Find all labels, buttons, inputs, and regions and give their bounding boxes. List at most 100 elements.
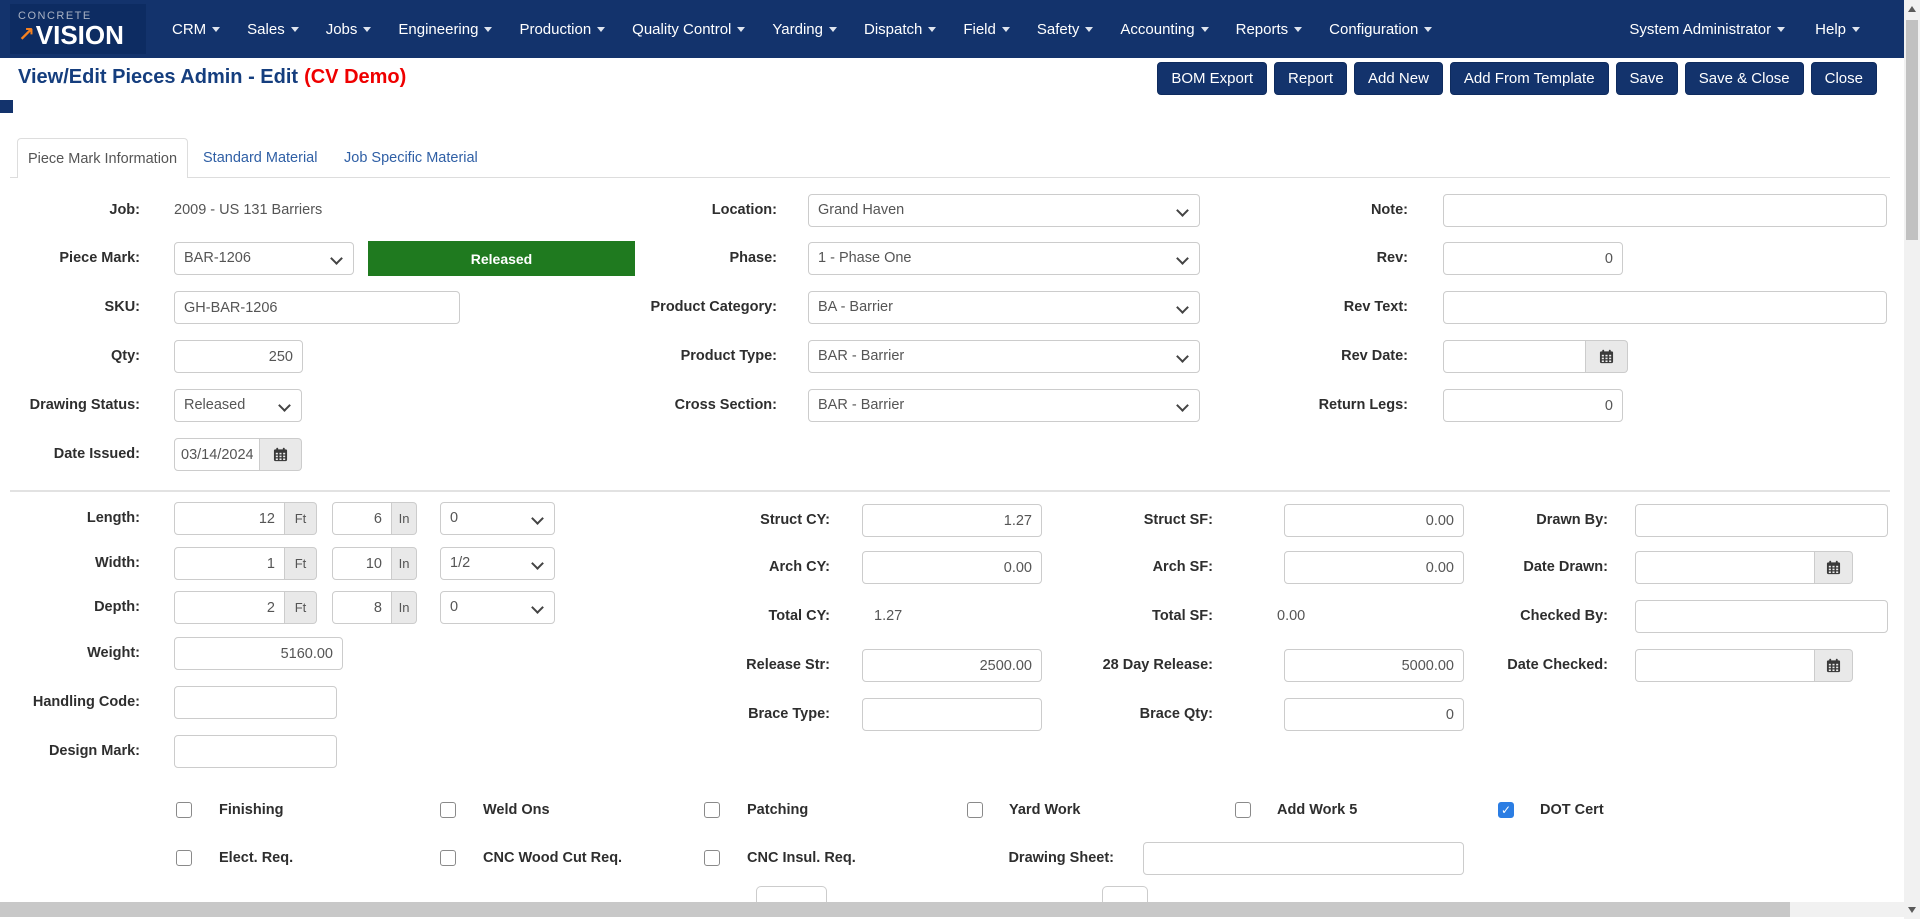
tab-job-specific-material[interactable]: Job Specific Material <box>344 138 478 178</box>
phase-select[interactable]: 1 - Phase One <box>808 242 1200 275</box>
width-ft-input[interactable] <box>174 547 285 580</box>
close-button[interactable]: Close <box>1810 62 1877 95</box>
depth-label: Depth: <box>94 599 140 615</box>
width-fraction-select[interactable]: 1/2 <box>440 547 555 580</box>
caret-down-icon <box>1200 26 1209 32</box>
menu-help[interactable]: Help <box>1815 21 1860 38</box>
menu-safety[interactable]: Safety <box>1037 21 1094 38</box>
checkbox-finishing[interactable] <box>176 802 192 818</box>
design-mark-input[interactable] <box>174 735 337 768</box>
menu-reports[interactable]: Reports <box>1236 21 1303 38</box>
rev-date-input[interactable] <box>1443 340 1586 373</box>
length-label: Length: <box>86 510 140 526</box>
checkbox-cnc-insul-req[interactable] <box>704 850 720 866</box>
weight-input[interactable] <box>174 637 343 670</box>
note-label: Note: <box>1370 202 1408 218</box>
handling-code-input[interactable] <box>174 686 337 719</box>
qty-input[interactable] <box>174 340 303 373</box>
date-drawn-label: Date Drawn: <box>1523 559 1608 575</box>
vertical-scrollbar-thumb[interactable] <box>1906 20 1918 240</box>
checkbox-yard-work[interactable] <box>967 802 983 818</box>
sku-input[interactable] <box>174 291 460 324</box>
tab-standard-material[interactable]: Standard Material <box>203 138 317 178</box>
brand-line2: ↗ VISION <box>18 19 124 50</box>
checkbox-weld-ons-label: Weld Ons <box>483 802 550 818</box>
note-input[interactable] <box>1443 194 1887 227</box>
drawing-status-select[interactable]: Released <box>174 389 302 422</box>
menu-accounting[interactable]: Accounting <box>1120 21 1209 38</box>
checkbox-patching[interactable] <box>704 802 720 818</box>
horizontal-scrollbar[interactable] <box>0 902 1904 917</box>
bom-export-button[interactable]: BOM Export <box>1157 62 1268 95</box>
save-button[interactable]: Save <box>1615 62 1678 95</box>
brand-logo[interactable]: CONCRETE ↗ VISION <box>10 4 146 54</box>
date-drawn-input[interactable] <box>1635 551 1815 584</box>
caret-down-icon <box>363 26 372 32</box>
calendar-icon <box>273 447 288 462</box>
add-new-button[interactable]: Add New <box>1354 62 1443 95</box>
menu-production[interactable]: Production <box>519 21 606 38</box>
menu-crm[interactable]: CRM <box>172 21 221 38</box>
date-issued-calendar-button[interactable] <box>260 438 302 471</box>
menu-engineering[interactable]: Engineering <box>398 21 493 38</box>
checkbox-elect-req-label: Elect. Req. <box>219 850 294 866</box>
scroll-down-arrow-icon[interactable] <box>1908 907 1916 913</box>
section-divider <box>10 490 1890 492</box>
date-checked-calendar-button[interactable] <box>1815 649 1853 682</box>
menu-sales[interactable]: Sales <box>247 21 299 38</box>
location-select[interactable]: Grand Haven <box>808 194 1200 227</box>
brace-qty-label: Brace Qty: <box>1139 706 1213 722</box>
depth-ft-input[interactable] <box>174 591 285 624</box>
date-checked-input[interactable] <box>1635 649 1815 682</box>
rev-input[interactable] <box>1443 242 1623 275</box>
menu-quality-control[interactable]: Quality Control <box>632 21 746 38</box>
piece-mark-value: BAR-1206 <box>184 250 251 266</box>
vertical-scrollbar[interactable] <box>1904 0 1920 919</box>
design-mark-label: Design Mark: <box>48 743 140 759</box>
drawing-sheet-label: Drawing Sheet: <box>1008 850 1114 866</box>
caret-down-icon <box>1001 26 1010 32</box>
menu-dispatch[interactable]: Dispatch <box>864 21 937 38</box>
menu-yarding[interactable]: Yarding <box>772 21 837 38</box>
phase-value: 1 - Phase One <box>818 250 912 266</box>
rev-text-input[interactable] <box>1443 291 1887 324</box>
date-issued-input[interactable] <box>174 438 260 471</box>
piece-mark-select[interactable]: BAR-1206 <box>174 242 354 275</box>
menu-field[interactable]: Field <box>963 21 1010 38</box>
add-from-template-button[interactable]: Add From Template <box>1449 62 1609 95</box>
checkbox-cnc-wood-cut-req[interactable] <box>440 850 456 866</box>
product-category-select[interactable]: BA - Barrier <box>808 291 1200 324</box>
checked-by-input[interactable] <box>1635 600 1888 633</box>
menu-jobs[interactable]: Jobs <box>326 21 372 38</box>
width-in-input[interactable] <box>332 547 392 580</box>
date-drawn-calendar-button[interactable] <box>1815 551 1853 584</box>
length-in-input[interactable] <box>332 502 392 535</box>
product-type-select[interactable]: BAR - Barrier <box>808 340 1200 373</box>
length-ft-input[interactable] <box>174 502 285 535</box>
total-cy-label: Total CY: <box>768 608 830 624</box>
checkbox-weld-ons[interactable] <box>440 802 456 818</box>
menu-configuration[interactable]: Configuration <box>1329 21 1433 38</box>
checkbox-dot-cert[interactable] <box>1498 802 1514 818</box>
menu-system-administrator[interactable]: System Administrator <box>1629 21 1786 38</box>
cross-section-select[interactable]: BAR - Barrier <box>808 389 1200 422</box>
length-fraction-select[interactable]: 0 <box>440 502 555 535</box>
report-button[interactable]: Report <box>1274 62 1348 95</box>
phase-label: Phase: <box>729 250 777 266</box>
depth-fraction-select[interactable]: 0 <box>440 591 555 624</box>
scroll-up-arrow-icon[interactable] <box>1908 6 1916 12</box>
rev-date-calendar-button[interactable] <box>1586 340 1628 373</box>
horizontal-scrollbar-thumb[interactable] <box>0 902 1790 917</box>
checkbox-elect-req[interactable] <box>176 850 192 866</box>
return-legs-input[interactable] <box>1443 389 1623 422</box>
checkbox-add-work-5[interactable] <box>1235 802 1251 818</box>
drawn-by-input[interactable] <box>1635 504 1888 537</box>
checkbox-cnc-wood-cut-req-label: CNC Wood Cut Req. <box>483 850 623 866</box>
depth-in-input[interactable] <box>332 591 392 624</box>
tab-piece-mark-information[interactable]: Piece Mark Information <box>17 138 188 178</box>
save-and-close-button[interactable]: Save & Close <box>1684 62 1804 95</box>
total-cy-value: 1.27 <box>874 608 903 624</box>
brace-qty-input[interactable] <box>1284 698 1464 731</box>
demo-tag: (CV Demo) <box>304 66 407 88</box>
drawing-sheet-input[interactable] <box>1143 842 1464 875</box>
